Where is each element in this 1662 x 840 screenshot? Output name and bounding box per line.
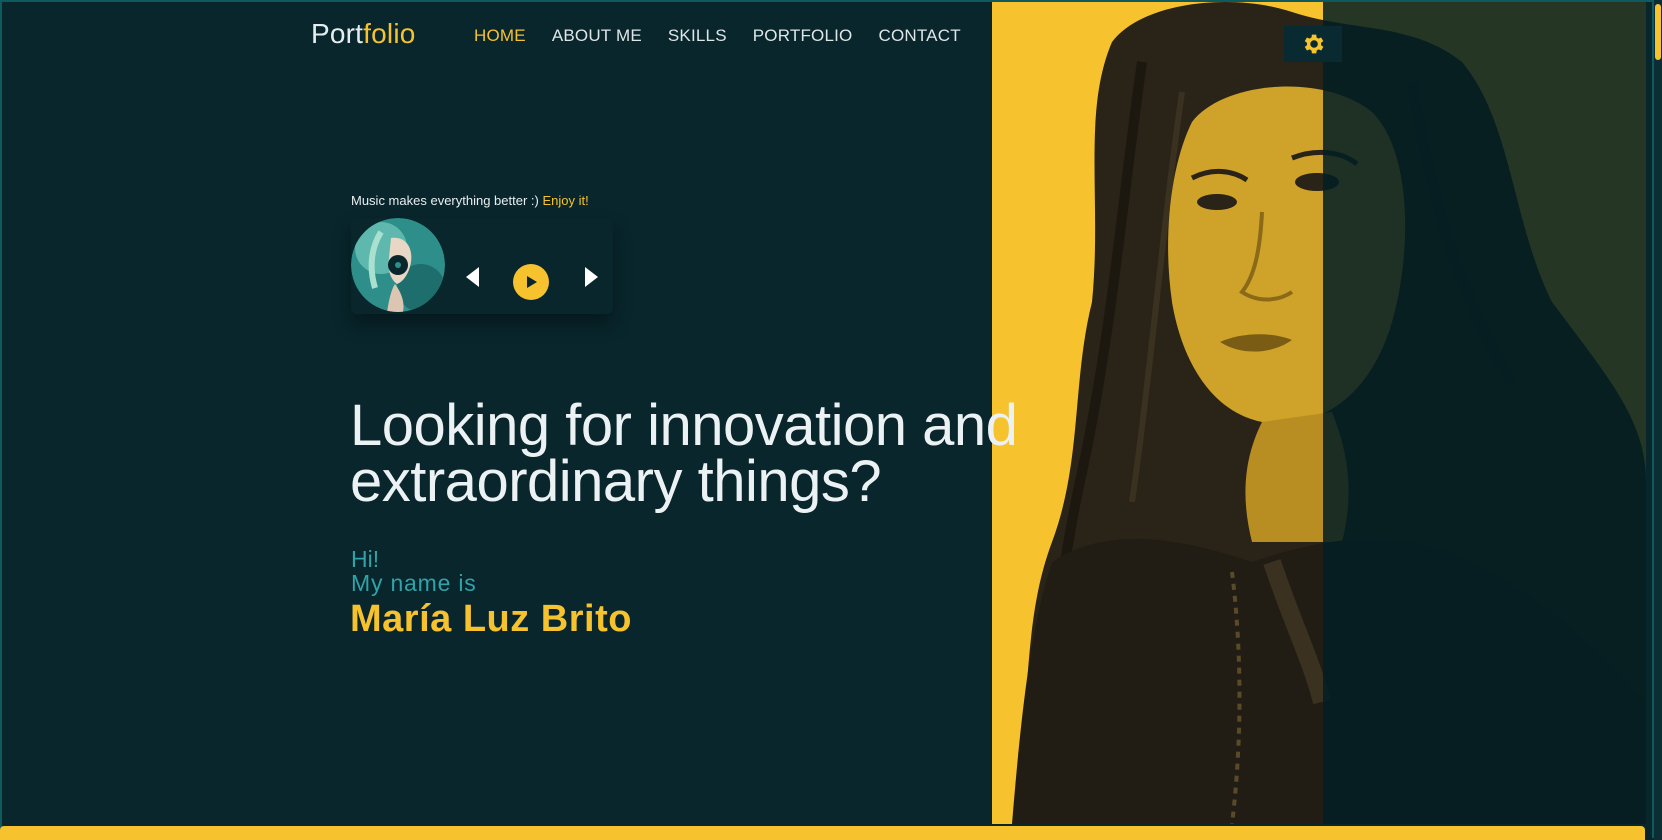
play-button[interactable] [513,264,549,300]
music-player [351,218,613,314]
logo[interactable]: Portfolio [311,18,416,50]
gear-icon [1304,34,1324,54]
portrait-panel [992,2,1646,824]
music-enjoy-text: Enjoy it! [542,193,589,208]
nav-portfolio[interactable]: PORTFOLIO [753,26,853,46]
music-tagline-text: Music makes everything better :) [351,193,539,208]
logo-part-1: Port [311,18,364,49]
main-nav: HOME ABOUT ME SKILLS PORTFOLIO CONTACT [474,26,987,46]
nav-skills[interactable]: SKILLS [668,26,727,46]
next-track-button[interactable] [579,265,603,289]
nav-contact[interactable]: CONTACT [878,26,960,46]
bottom-accent-bar [0,826,1645,840]
next-icon [585,267,598,287]
music-tagline: Music makes everything better :) Enjoy i… [351,193,589,208]
greeting-text: Hi! [351,546,380,572]
play-icon [527,276,537,288]
prev-icon [466,267,479,287]
nav-about-me[interactable]: ABOUT ME [552,26,642,46]
nav-home[interactable]: HOME [474,26,526,46]
scrollbar-thumb[interactable] [1655,4,1661,60]
album-art [351,218,445,312]
settings-button[interactable] [1284,26,1342,62]
album-disc [351,218,445,312]
headline-line-2: extraordinary things? [350,449,882,514]
logo-part-2: folio [363,18,416,49]
person-name: María Luz Brito [350,598,632,640]
intro-text: My name is [351,570,477,596]
previous-track-button[interactable] [461,265,485,289]
scrollbar[interactable] [1654,0,1662,840]
hero-headline: Looking for innovation and extraordinary… [350,397,1090,511]
portrait-dark-overlay [1323,2,1646,824]
